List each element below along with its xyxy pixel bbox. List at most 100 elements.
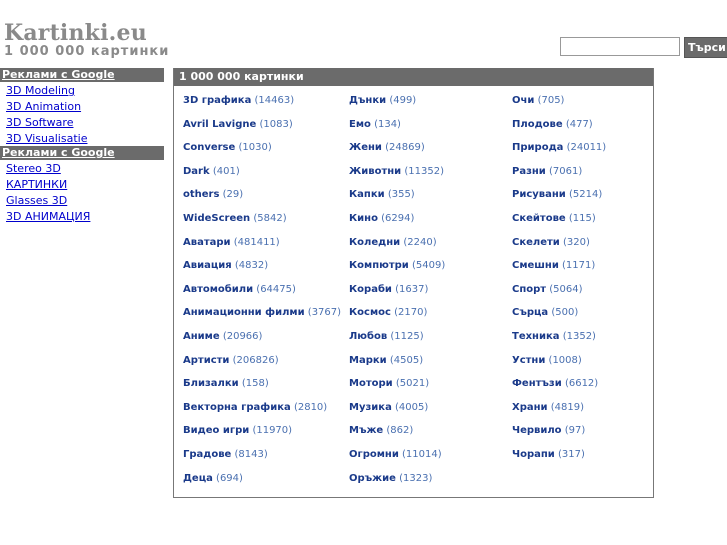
sidebar-ad-link[interactable]: 3D Visualisatie xyxy=(0,130,164,146)
category-item[interactable]: Converse (1030) xyxy=(183,140,341,164)
sidebar-ad-link[interactable]: КАРТИНКИ xyxy=(0,176,164,192)
sidebar-ad-link[interactable]: 3D Animation xyxy=(0,98,164,114)
category-name[interactable]: Dark xyxy=(183,166,210,177)
category-item[interactable]: Техника (1352) xyxy=(512,329,606,353)
category-name[interactable]: Avril Lavigne xyxy=(183,119,256,130)
category-item[interactable]: Дънки (499) xyxy=(349,93,445,117)
category-name[interactable]: Аниме xyxy=(183,331,220,342)
category-item[interactable]: Марки (4505) xyxy=(349,353,445,377)
category-name[interactable]: Жени xyxy=(349,142,382,153)
category-item[interactable]: Животни (11352) xyxy=(349,164,445,188)
category-name[interactable]: Деца xyxy=(183,473,213,484)
sidebar-ads-heading[interactable]: Реклами с Google xyxy=(0,68,164,82)
category-name[interactable]: Космос xyxy=(349,307,391,318)
category-item[interactable]: Dark (401) xyxy=(183,164,341,188)
category-name[interactable]: Капки xyxy=(349,189,385,200)
category-name[interactable]: Сърца xyxy=(512,307,548,318)
category-name[interactable]: Спорт xyxy=(512,284,546,295)
category-name[interactable]: Рисувани xyxy=(512,189,566,200)
category-name[interactable]: Оръжие xyxy=(349,473,396,484)
category-item[interactable]: Плодове (477) xyxy=(512,117,606,141)
category-item[interactable]: Avril Lavigne (1083) xyxy=(183,117,341,141)
sidebar-ad-link[interactable]: 3D АНИМАЦИЯ xyxy=(0,208,164,224)
category-name[interactable]: Мотори xyxy=(349,378,393,389)
category-item[interactable]: Скейтове (115) xyxy=(512,211,606,235)
category-name[interactable]: Музика xyxy=(349,402,392,413)
category-name[interactable]: Храни xyxy=(512,402,548,413)
category-name[interactable]: Кораби xyxy=(349,284,392,295)
category-item[interactable]: Оръжие (1323) xyxy=(349,471,445,495)
category-name[interactable]: Артисти xyxy=(183,355,229,366)
category-item[interactable]: Космос (2170) xyxy=(349,305,445,329)
category-item[interactable]: Храни (4819) xyxy=(512,400,606,424)
category-item[interactable]: Мъже (862) xyxy=(349,423,445,447)
category-name[interactable]: WideScreen xyxy=(183,213,250,224)
category-item[interactable]: Анимационни филми (3767) xyxy=(183,305,341,329)
category-item[interactable]: Смешни (1171) xyxy=(512,258,606,282)
category-name[interactable]: Животни xyxy=(349,166,401,177)
category-name[interactable]: Разни xyxy=(512,166,546,177)
category-name[interactable]: Плодове xyxy=(512,119,563,130)
category-item[interactable]: Компютри (5409) xyxy=(349,258,445,282)
category-item[interactable]: Мотори (5021) xyxy=(349,376,445,400)
category-name[interactable]: Любов xyxy=(349,331,387,342)
category-item[interactable]: Артисти (206826) xyxy=(183,353,341,377)
category-item[interactable]: Кораби (1637) xyxy=(349,282,445,306)
category-name[interactable]: Смешни xyxy=(512,260,559,271)
category-name[interactable]: Коледни xyxy=(349,237,400,248)
category-name[interactable]: Анимационни филми xyxy=(183,307,305,318)
category-item[interactable]: WideScreen (5842) xyxy=(183,211,341,235)
category-item[interactable]: Видео игри (11970) xyxy=(183,423,341,447)
category-name[interactable]: Converse xyxy=(183,142,235,153)
category-item[interactable]: Коледни (2240) xyxy=(349,235,445,259)
category-item[interactable]: 3D графика (14463) xyxy=(183,93,341,117)
sidebar-ads-heading[interactable]: Реклами с Google xyxy=(0,146,164,160)
category-item[interactable]: Фентъзи (6612) xyxy=(512,376,606,400)
category-item[interactable]: Рисувани (5214) xyxy=(512,187,606,211)
category-name[interactable]: Кино xyxy=(349,213,378,224)
category-name[interactable]: Марки xyxy=(349,355,387,366)
category-name[interactable]: Природа xyxy=(512,142,563,153)
category-item[interactable]: Очи (705) xyxy=(512,93,606,117)
category-item[interactable]: Капки (355) xyxy=(349,187,445,211)
category-item[interactable]: Любов (1125) xyxy=(349,329,445,353)
category-item[interactable]: Чорапи (317) xyxy=(512,447,606,471)
category-name[interactable]: Авиация xyxy=(183,260,232,271)
category-name[interactable]: Фентъзи xyxy=(512,378,562,389)
category-name[interactable]: Очи xyxy=(512,95,534,106)
category-item[interactable]: Червило (97) xyxy=(512,423,606,447)
site-logo[interactable]: Kartinki.eu 1 000 000 картинки xyxy=(4,22,169,59)
search-input[interactable] xyxy=(560,37,680,56)
category-name[interactable]: Техника xyxy=(512,331,560,342)
search-button[interactable]: Търси xyxy=(684,37,727,58)
category-item[interactable]: Жени (24869) xyxy=(349,140,445,164)
category-name[interactable]: Векторна графика xyxy=(183,402,291,413)
sidebar-ad-link[interactable]: Stereo 3D xyxy=(0,160,164,176)
category-item[interactable]: Огромни (11014) xyxy=(349,447,445,471)
category-name[interactable]: Мъже xyxy=(349,425,383,436)
category-item[interactable]: Скелети (320) xyxy=(512,235,606,259)
category-name[interactable]: 3D графика xyxy=(183,95,251,106)
category-name[interactable]: Близалки xyxy=(183,378,239,389)
category-item[interactable]: Спорт (5064) xyxy=(512,282,606,306)
category-name[interactable]: Компютри xyxy=(349,260,409,271)
category-name[interactable]: Дънки xyxy=(349,95,386,106)
category-item[interactable]: Аниме (20966) xyxy=(183,329,341,353)
category-item[interactable]: others (29) xyxy=(183,187,341,211)
category-name[interactable]: Устни xyxy=(512,355,545,366)
category-name[interactable]: Огромни xyxy=(349,449,399,460)
category-name[interactable]: Градове xyxy=(183,449,231,460)
category-item[interactable]: Сърца (500) xyxy=(512,305,606,329)
category-name[interactable]: Червило xyxy=(512,425,562,436)
sidebar-ad-link[interactable]: 3D Modeling xyxy=(0,82,164,98)
category-name[interactable]: Скейтове xyxy=(512,213,566,224)
category-item[interactable]: Природа (24011) xyxy=(512,140,606,164)
category-name[interactable]: Аватари xyxy=(183,237,231,248)
category-name[interactable]: Видео игри xyxy=(183,425,249,436)
category-name[interactable]: Автомобили xyxy=(183,284,253,295)
category-item[interactable]: Устни (1008) xyxy=(512,353,606,377)
category-name[interactable]: others xyxy=(183,189,219,200)
category-item[interactable]: Автомобили (64475) xyxy=(183,282,341,306)
category-name[interactable]: Скелети xyxy=(512,237,560,248)
sidebar-ad-link[interactable]: 3D Software xyxy=(0,114,164,130)
